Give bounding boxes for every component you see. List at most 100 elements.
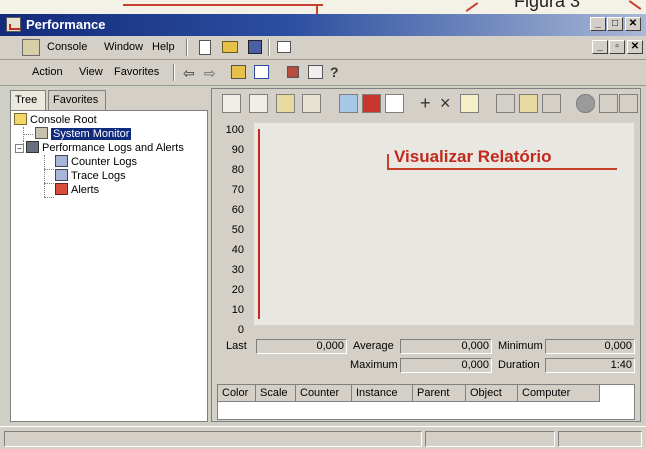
- tree-item-label: System Monitor: [51, 128, 132, 140]
- highlight-icon[interactable]: [460, 94, 479, 113]
- tree-pane: Tree Favorites Console Root System Monit…: [10, 88, 208, 422]
- child-close-button[interactable]: ✕: [627, 40, 643, 54]
- up-one-level-icon[interactable]: [231, 65, 246, 79]
- system-monitor-pane: + × 100 90 80 70 60 50 40 30 20 10 0 Vis…: [211, 88, 641, 422]
- maximize-button[interactable]: □: [607, 17, 623, 31]
- tree-item-counter-logs[interactable]: Counter Logs: [55, 155, 137, 169]
- annotation-caption: Figura 3: [514, 0, 581, 11]
- delete-icon[interactable]: [287, 66, 299, 78]
- column-header[interactable]: Scale: [256, 385, 296, 402]
- logs-icon: [26, 141, 39, 153]
- open-folder-icon[interactable]: [222, 41, 238, 53]
- back-arrow-icon[interactable]: ⇦: [183, 65, 195, 82]
- child-restore-button[interactable]: ▫: [609, 40, 625, 54]
- show-hide-tree-icon[interactable]: [254, 65, 269, 79]
- tree-item-performance-logs[interactable]: − Performance Logs and Alerts: [15, 141, 184, 155]
- y-tick-label: 50: [231, 224, 244, 236]
- callout-line: [387, 168, 617, 170]
- tree-item-console-root[interactable]: Console Root: [14, 113, 97, 127]
- menu-favorites[interactable]: Favorites: [114, 66, 159, 78]
- tree-item-system-monitor[interactable]: System Monitor: [35, 127, 132, 141]
- new-icon[interactable]: [199, 40, 211, 55]
- value-bar: Last 0,000 Average 0,000 Minimum 0,000 M…: [214, 339, 638, 379]
- average-label: Average: [353, 340, 394, 352]
- save-icon[interactable]: [248, 40, 262, 54]
- alert-icon: [55, 183, 68, 195]
- column-header[interactable]: Instance: [352, 385, 413, 402]
- update-data-icon[interactable]: [599, 94, 618, 113]
- forward-arrow-icon[interactable]: ⇨: [204, 65, 216, 82]
- clear-display-icon[interactable]: [249, 94, 268, 113]
- paste-counter-list-icon[interactable]: [519, 94, 538, 113]
- view-graph-icon[interactable]: [339, 94, 358, 113]
- y-tick-label: 30: [231, 264, 244, 276]
- tab-tree[interactable]: Tree: [10, 90, 46, 110]
- average-value: 0,000: [400, 339, 492, 354]
- copy-properties-icon[interactable]: [496, 94, 515, 113]
- new-counter-set-icon[interactable]: [222, 94, 241, 113]
- graph-y-axis-line: [258, 129, 260, 319]
- child-minimize-button[interactable]: _: [592, 40, 608, 54]
- last-value: 0,000: [256, 339, 347, 354]
- status-panel: [558, 431, 642, 447]
- system-monitor-icon: [35, 127, 48, 139]
- report-callout: Visualizar Relatório: [394, 147, 552, 166]
- view-log-data-icon[interactable]: [302, 94, 321, 113]
- callout-line: [387, 154, 389, 168]
- performance-app-icon: [6, 17, 21, 32]
- column-header[interactable]: Color: [218, 385, 256, 402]
- collapse-toggle-icon[interactable]: −: [15, 144, 24, 153]
- tree-item-label: Console Root: [30, 114, 97, 126]
- view-histogram-icon[interactable]: [362, 94, 381, 113]
- y-tick-label: 90: [231, 144, 244, 156]
- view-report-icon[interactable]: [385, 94, 404, 113]
- column-header[interactable]: Parent: [413, 385, 466, 402]
- new-window-icon[interactable]: [277, 41, 291, 53]
- toolbar-separator: [268, 39, 270, 56]
- menu-window[interactable]: Window: [104, 41, 143, 53]
- column-header[interactable]: Object: [466, 385, 518, 402]
- y-tick-label: 100: [225, 124, 244, 136]
- menu-help[interactable]: Help: [152, 41, 175, 53]
- minimum-value: 0,000: [545, 339, 635, 354]
- folder-icon: [14, 113, 27, 125]
- tree-item-trace-logs[interactable]: Trace Logs: [55, 169, 126, 183]
- console-icon: [22, 39, 40, 56]
- maximum-label: Maximum: [350, 359, 398, 371]
- properties-icon[interactable]: [308, 65, 323, 79]
- delete-counter-icon[interactable]: ×: [440, 93, 451, 114]
- tree-item-label: Trace Logs: [71, 170, 126, 182]
- duration-value: 1:40: [545, 358, 635, 373]
- trace-log-icon: [55, 169, 68, 181]
- counter-legend-table: Color Scale Counter Instance Parent Obje…: [217, 384, 635, 420]
- help-icon[interactable]: [619, 94, 638, 113]
- window-title: Performance: [26, 17, 106, 32]
- counter-log-icon: [55, 155, 68, 167]
- column-header[interactable]: Computer: [518, 385, 600, 402]
- close-button[interactable]: ✕: [625, 17, 641, 31]
- minimize-button[interactable]: _: [590, 17, 606, 31]
- tab-favorites[interactable]: Favorites: [48, 90, 106, 110]
- menu-view[interactable]: View: [79, 66, 103, 78]
- annotation-line: [123, 4, 323, 6]
- view-current-activity-icon[interactable]: [276, 94, 295, 113]
- last-label: Last: [226, 340, 247, 352]
- y-tick-label: 20: [231, 284, 244, 296]
- tree-item-label: Counter Logs: [71, 156, 138, 168]
- properties-icon[interactable]: [542, 94, 561, 113]
- column-header[interactable]: Counter: [296, 385, 352, 402]
- maximum-value: 0,000: [400, 358, 492, 373]
- tree-item-alerts[interactable]: Alerts: [55, 183, 99, 197]
- action-bar: Action View Favorites ⇦ ⇨ ?: [0, 60, 646, 86]
- y-tick-label: 10: [231, 304, 244, 316]
- add-counter-icon[interactable]: +: [420, 93, 431, 114]
- y-tick-label: 60: [231, 204, 244, 216]
- duration-label: Duration: [498, 359, 540, 371]
- y-tick-label: 40: [231, 244, 244, 256]
- minimum-label: Minimum: [498, 340, 543, 352]
- help-icon[interactable]: ?: [330, 64, 339, 80]
- status-panel: [4, 431, 422, 447]
- menu-action[interactable]: Action: [32, 66, 63, 78]
- menu-console[interactable]: Console: [47, 41, 87, 53]
- freeze-display-icon[interactable]: [576, 94, 595, 113]
